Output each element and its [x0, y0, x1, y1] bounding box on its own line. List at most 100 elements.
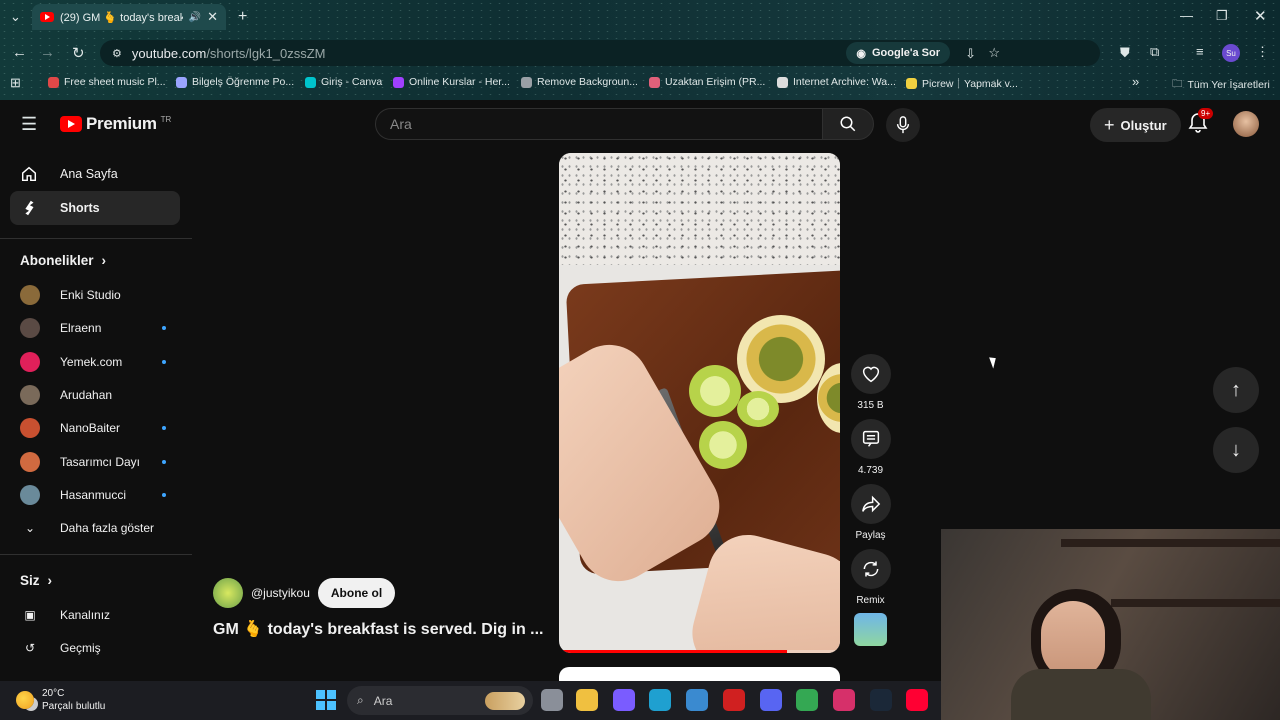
store-icon[interactable] — [686, 689, 709, 711]
comment-icon — [862, 430, 879, 447]
apps-grid-icon[interactable]: ⊞ — [10, 75, 21, 91]
share-button[interactable]: Paylaş — [850, 484, 891, 541]
search-icon: ⌕ — [357, 693, 364, 707]
window-close-icon[interactable]: ✕ — [1254, 7, 1267, 25]
new-tab-icon[interactable]: + — [238, 8, 247, 26]
edge-icon[interactable] — [649, 689, 672, 711]
video-progress-bar[interactable] — [559, 650, 840, 653]
video-countertop — [559, 153, 840, 265]
remix-button[interactable]: Remix — [850, 549, 891, 606]
tab-close-icon[interactable]: ✕ — [207, 9, 218, 25]
more-bookmarks-icon[interactable]: » — [1132, 74, 1139, 89]
shorts-icon — [25, 200, 34, 216]
like-button[interactable]: 315 B — [850, 354, 891, 411]
short-channel-info: @justyikou Abone ol — [213, 578, 396, 608]
bookmark-star-icon[interactable]: ☆ — [988, 45, 1000, 61]
install-icon[interactable]: ⇩ — [965, 46, 976, 62]
windows-start-icon[interactable] — [316, 690, 336, 710]
share-icon — [861, 495, 880, 513]
subscription-item[interactable]: Elraenn — [20, 313, 170, 343]
youtube-logo[interactable]: Premium TR — [60, 114, 171, 134]
tab-active[interactable]: (29) GM 🫰 today's breakfa 🔊 ✕ — [32, 4, 226, 30]
profile-avatar[interactable]: Su — [1222, 44, 1240, 62]
search-button[interactable] — [822, 108, 874, 140]
sidebar-item-home[interactable]: Ana Sayfa — [10, 157, 180, 191]
create-button[interactable]: + Oluştur — [1090, 108, 1181, 142]
short-title[interactable]: GM 🫰 today's breakfast is served. Dig in… — [213, 619, 544, 639]
bookmark-item[interactable]: Internet Archive: Wa... — [777, 76, 896, 88]
minimize-icon[interactable]: — — [1180, 8, 1193, 23]
bookmark-item[interactable]: Uzaktan Erişim (PR... — [649, 76, 765, 88]
sound-thumbnail[interactable] — [854, 613, 887, 646]
comment-count: 4.739 — [857, 465, 884, 476]
subscription-item[interactable]: Hasanmucci — [20, 480, 170, 510]
youtube-music-icon[interactable] — [906, 689, 929, 711]
bookmark-item[interactable]: Bilgelş Öğrenme Po... — [176, 76, 294, 88]
show-more-button[interactable]: ⌄ Daha fazla göster — [20, 513, 170, 543]
file-explorer-icon[interactable] — [576, 689, 598, 711]
site-info-icon[interactable]: ⚙ — [112, 47, 122, 60]
sidebar: Ana Sayfa Shorts Abonelikler › Enki Stud… — [0, 155, 192, 685]
maximize-icon[interactable]: ❐ — [1216, 8, 1228, 24]
taskbar-search[interactable]: ⌕ Ara — [347, 686, 533, 715]
all-bookmarks-folder[interactable]: 🗀 Tüm Yer İşaretleri — [1172, 76, 1270, 94]
arrow-up-icon: ↑ — [1231, 378, 1241, 401]
l-app-icon[interactable] — [722, 689, 745, 711]
extensions-icon[interactable]: ⧉ — [1150, 44, 1159, 60]
audio-icon[interactable]: 🔊 — [189, 12, 201, 23]
previous-short-button[interactable]: ↑ — [1213, 367, 1259, 413]
taskbar-search-label: Ara — [373, 693, 393, 708]
sidebar-item-shorts[interactable]: Shorts — [10, 191, 180, 225]
bookmark-item[interactable]: Picrew｜Yapmak v... — [906, 76, 1018, 91]
channel-handle[interactable]: @justyikou — [251, 586, 310, 600]
new-content-dot — [162, 326, 166, 331]
forward-icon[interactable]: → — [40, 44, 55, 61]
discord-icon[interactable] — [759, 689, 782, 711]
bookmark-item[interactable]: Online Kurslar - Her... — [393, 76, 510, 88]
chrome-icon[interactable] — [796, 689, 819, 711]
next-short-button[interactable]: ↓ — [1213, 427, 1259, 473]
all-bookmarks-label: Tüm Yer İşaretleri — [1187, 79, 1270, 91]
task-view-icon[interactable] — [541, 689, 563, 711]
search-input[interactable]: Ara — [375, 108, 823, 140]
tab-list-icon[interactable]: ⌄ — [10, 9, 21, 25]
bookmark-item[interactable]: Remove Backgroun... — [521, 76, 638, 88]
hamburger-menu-icon[interactable]: ☰ — [21, 114, 37, 135]
subscription-item[interactable]: Yemek.com — [20, 347, 170, 377]
short-video-player[interactable] — [559, 153, 840, 653]
bookmark-item[interactable]: Free sheet music Pl... — [48, 76, 166, 88]
reload-icon[interactable]: ↻ — [72, 44, 85, 62]
chevron-down-icon: ⌄ — [24, 521, 36, 535]
back-icon[interactable]: ← — [12, 44, 27, 61]
plus-icon: + — [1104, 114, 1115, 135]
shield-extension-icon[interactable]: ⛊ — [1120, 45, 1130, 61]
sidebar-item-label: Kanalınız — [60, 608, 111, 622]
address-bar[interactable]: ⚙ youtube.com/shorts/lgk1_0zssZM ◉ Googl… — [100, 40, 1100, 66]
video-lime-slice — [737, 391, 779, 427]
subscribe-button[interactable]: Abone ol — [317, 578, 396, 608]
weather-widget[interactable]: 20°C Parçalı bulutlu — [16, 687, 105, 713]
subscription-item[interactable]: NanoBaiter — [20, 413, 170, 443]
webcam-shelf — [1111, 599, 1280, 607]
subscription-item[interactable]: Enki Studio — [20, 280, 170, 310]
sidebar-item-history[interactable]: ↺ Geçmiş — [20, 633, 170, 663]
sidebar-item-your-channel[interactable]: ▣ Kanalınız — [20, 600, 170, 630]
you-heading[interactable]: Siz › — [20, 573, 52, 588]
google-ask-button[interactable]: ◉ Google'a Sor — [846, 42, 950, 64]
voice-search-button[interactable] — [886, 108, 920, 142]
notifications-button[interactable]: 9+ — [1188, 108, 1214, 139]
channel-avatar — [20, 285, 40, 305]
media-control-icon[interactable]: ≡ — [1196, 44, 1204, 59]
subscriptions-heading[interactable]: Abonelikler › — [20, 253, 106, 268]
comments-button[interactable]: 4.739 — [850, 419, 891, 476]
instagram-icon[interactable] — [832, 689, 855, 711]
bookmark-favicon-icon — [521, 76, 532, 88]
menu-kebab-icon[interactable]: ⋮ — [1256, 44, 1269, 60]
bookmark-item[interactable]: Giriş - Canva — [305, 76, 382, 88]
subscription-item[interactable]: Arudahan — [20, 380, 170, 410]
subscription-item[interactable]: Tasarımcı Dayı — [20, 447, 170, 477]
steam-icon[interactable] — [869, 689, 892, 711]
copilot-icon[interactable] — [612, 689, 635, 711]
channel-avatar[interactable] — [213, 578, 243, 608]
account-avatar[interactable] — [1233, 111, 1259, 137]
